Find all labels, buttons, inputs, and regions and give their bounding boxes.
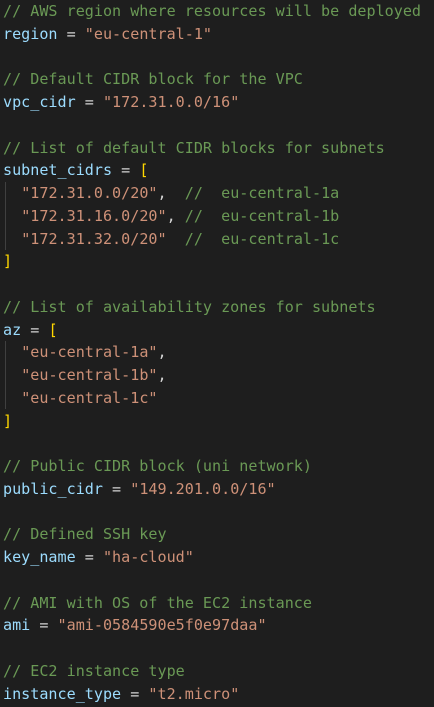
blank-line[interactable] (0, 273, 434, 296)
item-separator: , (157, 366, 167, 384)
item-separator (167, 230, 185, 248)
string-value: "eu-central-1" (84, 24, 213, 43)
blank-line[interactable] (0, 114, 434, 137)
comment-text: // EC2 instance type (3, 661, 185, 680)
code-line[interactable]: // AWS region where resources will be de… (0, 0, 434, 23)
code-line[interactable]: vpc_cidr = "172.31.0.0/16" (0, 91, 434, 114)
code-line[interactable]: "172.31.16.0/20", // eu-central-1b (0, 205, 434, 228)
close-bracket: ] (3, 252, 13, 271)
list-item-value: "eu-central-1a" (21, 343, 158, 362)
comment-text: // Defined SSH key (3, 525, 167, 544)
inline-comment: // eu-central-1a (184, 184, 340, 202)
blank-line[interactable] (0, 637, 434, 660)
code-line[interactable]: ] (0, 250, 434, 273)
code-line[interactable]: public_cidr = "149.201.0.0/16" (0, 478, 434, 501)
item-separator: , (157, 343, 167, 362)
code-line[interactable]: "eu-central-1c" (0, 387, 434, 410)
blank-line[interactable] (0, 432, 434, 455)
assign-operator: = (21, 320, 49, 339)
item-separator: , (157, 184, 185, 202)
comment-text: // Default CIDR block for the VPC (3, 70, 303, 89)
inline-comment: // eu-central-1c (184, 229, 340, 248)
list-item-value: "172.31.16.0/20" (21, 206, 167, 225)
code-line[interactable]: az = [ (0, 319, 434, 342)
string-value: "149.201.0.0/16" (130, 479, 276, 498)
code-line[interactable]: region = "eu-central-1" (0, 23, 434, 46)
code-line[interactable]: // Defined SSH key (0, 523, 434, 546)
blank-line[interactable] (0, 501, 434, 524)
code-lines[interactable]: // AWS region where resources will be de… (0, 0, 434, 705)
assign-operator: = (57, 24, 85, 43)
code-line[interactable]: "172.31.32.0/20" // eu-central-1c (0, 228, 434, 251)
code-line[interactable]: "eu-central-1a", (0, 341, 434, 364)
string-value: "ami-0584590e5f0e97daa" (57, 616, 267, 635)
code-line[interactable]: // AMI with OS of the EC2 instance (0, 592, 434, 615)
comment-text: // List of default CIDR blocks for subne… (3, 138, 385, 157)
indent-guide-az (5, 341, 6, 409)
variable-name: region (3, 24, 58, 43)
code-line[interactable]: "eu-central-1b", (0, 364, 434, 387)
list-item-value: "172.31.32.0/20" (21, 229, 167, 248)
comment-text: // AWS region where resources will be de… (3, 2, 422, 20)
comment-text: // List of availability zones for subnet… (3, 297, 376, 316)
assign-operator: = (102, 479, 131, 498)
variable-name: instance_type (3, 684, 122, 703)
code-line[interactable]: "172.31.0.0/20", // eu-central-1a (0, 182, 434, 205)
blank-line[interactable] (0, 569, 434, 592)
variable-name: public_cidr (3, 479, 103, 498)
comment-text: // Public CIDR block (uni network) (3, 457, 312, 475)
assign-operator: = (112, 161, 140, 180)
string-value: "ha-cloud" (102, 548, 194, 566)
code-line[interactable]: // Default CIDR block for the VPC (0, 68, 434, 91)
item-separator: , (166, 206, 185, 225)
string-value: "172.31.0.0/16" (102, 93, 240, 111)
code-line[interactable]: key_name = "ha-cloud" (0, 546, 434, 569)
comment-text: // AMI with OS of the EC2 instance (3, 593, 312, 612)
variable-name: subnet_cidrs (3, 161, 113, 180)
string-value: "t2.micro" (148, 684, 240, 703)
code-line[interactable]: // Public CIDR block (uni network) (0, 455, 434, 478)
variable-name: az (3, 320, 22, 339)
list-item-value: "eu-central-1b" (21, 366, 158, 384)
assign-operator: = (75, 548, 103, 566)
code-line[interactable]: ami = "ami-0584590e5f0e97daa" (0, 614, 434, 637)
assign-operator: = (75, 93, 103, 111)
inline-comment: // eu-central-1b (184, 206, 340, 225)
variable-name: ami (3, 616, 31, 635)
indent-guide-subnet-cidrs (5, 182, 6, 250)
code-line[interactable]: // EC2 instance type (0, 660, 434, 683)
code-line[interactable]: ] (0, 410, 434, 433)
code-line[interactable]: // List of availability zones for subnet… (0, 296, 434, 319)
close-bracket: ] (3, 411, 13, 430)
variable-name: key_name (3, 548, 76, 566)
open-bracket: [ (139, 161, 149, 180)
code-line[interactable]: instance_type = "t2.micro" (0, 683, 434, 706)
variable-name: vpc_cidr (3, 93, 76, 111)
open-bracket: [ (48, 320, 58, 339)
list-item-value: "172.31.0.0/20" (21, 184, 158, 202)
blank-line[interactable] (0, 46, 434, 69)
assign-operator: = (121, 684, 149, 703)
code-editor[interactable]: // AWS region where resources will be de… (0, 0, 434, 707)
assign-operator: = (30, 616, 58, 635)
list-item-value: "eu-central-1c" (21, 388, 158, 407)
code-line[interactable]: // List of default CIDR blocks for subne… (0, 137, 434, 160)
code-line[interactable]: subnet_cidrs = [ (0, 159, 434, 182)
